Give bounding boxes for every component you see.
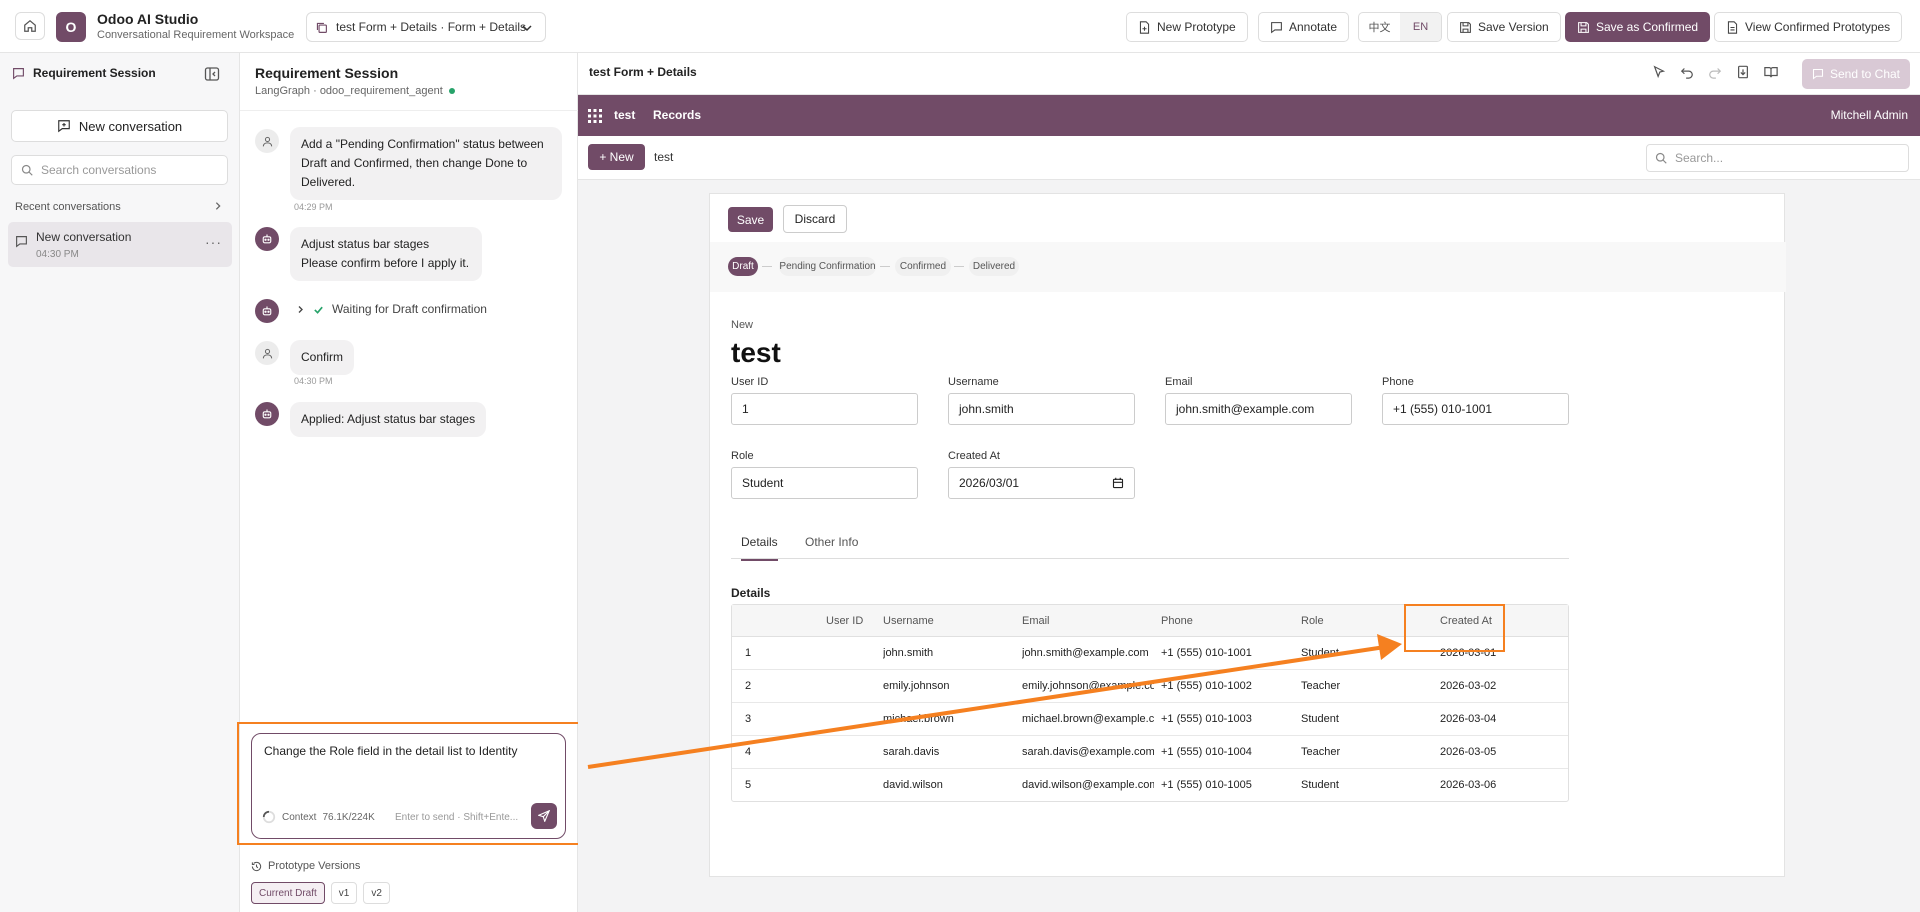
annotation-arrow — [587, 634, 1402, 769]
